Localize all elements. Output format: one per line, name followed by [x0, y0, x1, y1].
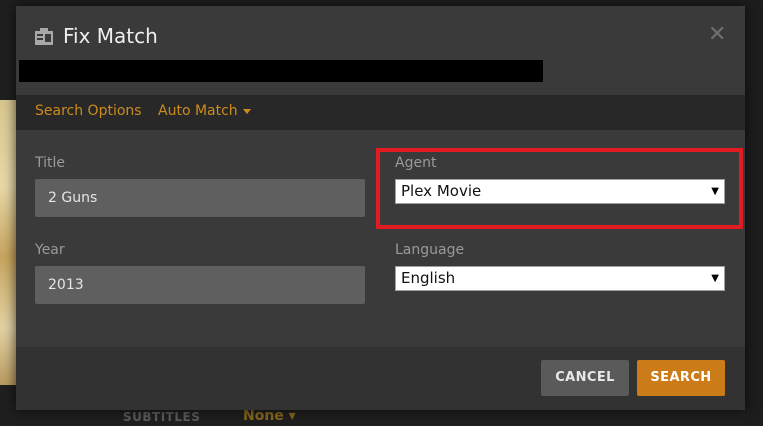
search-button[interactable]: SEARCH — [637, 360, 725, 396]
dialog-tabs: Search Options Auto Match — [16, 95, 745, 130]
language-select-value: English — [401, 269, 456, 287]
tab-auto-match-label: Auto Match — [158, 103, 238, 119]
close-icon[interactable]: ✕ — [708, 24, 726, 46]
title-label: Title — [35, 155, 66, 171]
select-arrow-icon: ▼ — [711, 273, 719, 284]
select-arrow-icon: ▼ — [711, 186, 719, 197]
language-label: Language — [395, 242, 465, 258]
tab-auto-match[interactable]: Auto Match — [158, 103, 251, 119]
agent-label: Agent — [395, 155, 437, 171]
dialog-header: Fix Match ✕ — [16, 6, 745, 95]
chevron-down-icon — [242, 108, 251, 114]
language-select[interactable]: English ▼ — [395, 266, 725, 291]
redacted-file-path — [19, 60, 543, 82]
background-subtitles-label: SUBTITLES — [123, 410, 201, 424]
dialog-body: Title Year Agent Plex Movie ▼ Language E… — [16, 130, 745, 347]
id-card-icon — [34, 27, 54, 47]
agent-select-value: Plex Movie — [401, 182, 482, 200]
background-subtitles-value: None ▾ — [243, 408, 296, 424]
year-input[interactable] — [35, 266, 365, 304]
background-right-edge — [745, 0, 763, 426]
cancel-button[interactable]: CANCEL — [541, 360, 629, 396]
fix-match-dialog: Fix Match ✕ Search Options Auto Match Ti… — [16, 6, 745, 410]
dialog-footer: CANCEL SEARCH — [16, 347, 745, 410]
poster-thumbnail — [0, 100, 16, 385]
dialog-title: Fix Match — [63, 24, 158, 48]
tab-search-options[interactable]: Search Options — [35, 103, 142, 119]
title-input[interactable] — [35, 179, 365, 217]
agent-select[interactable]: Plex Movie ▼ — [395, 179, 725, 204]
year-label: Year — [35, 242, 65, 258]
